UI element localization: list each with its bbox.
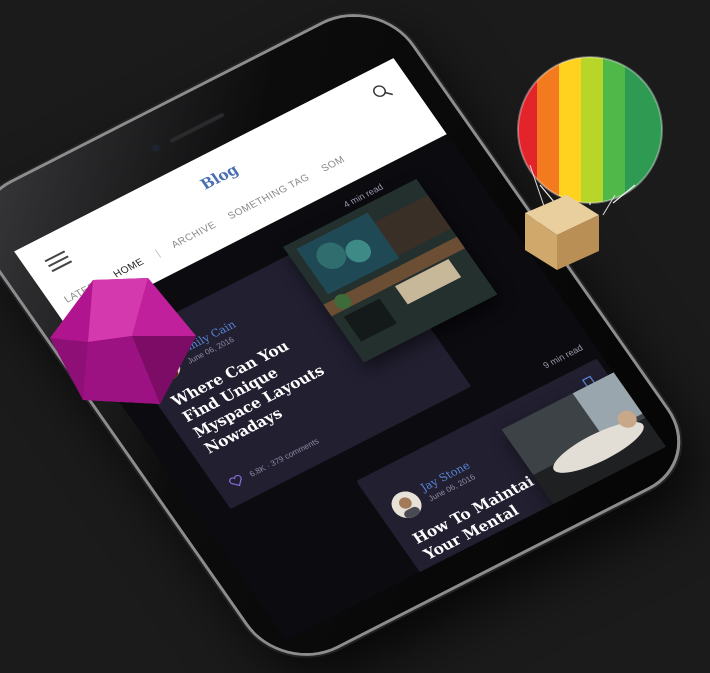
nav-tab-something-tag[interactable]: SOMETHING TAG (226, 172, 312, 222)
polyhedron-decoration (50, 278, 196, 404)
comments-count[interactable]: 379 comments (269, 437, 321, 468)
heart-icon[interactable] (227, 473, 246, 489)
avatar (385, 486, 428, 523)
nav-tab-home[interactable]: HOME (112, 257, 147, 281)
read-time: 9 min read (541, 342, 585, 371)
scene: Blog LATEST HOME | ARCHIVE SOMETHING TAG… (0, 0, 710, 673)
nav-tab-archive[interactable]: ARCHIVE (170, 220, 219, 251)
hot-air-balloon-decoration (517, 56, 663, 270)
nav-divider: | (153, 248, 163, 259)
post-stats: 6.8K · 379 comments (248, 437, 321, 479)
likes-count: 6.8K (247, 463, 268, 479)
nav-tab-som[interactable]: SOM (319, 154, 347, 174)
